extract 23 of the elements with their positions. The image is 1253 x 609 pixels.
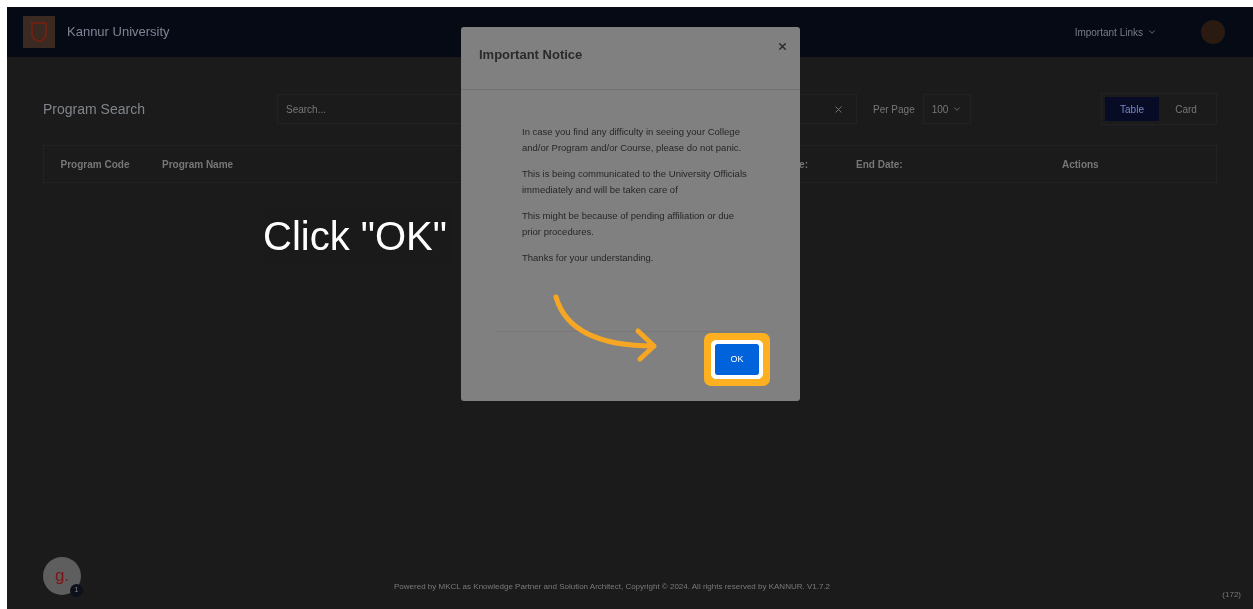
view-tab[interactable]: Card	[1159, 97, 1213, 121]
dialog-title: Important Notice	[479, 46, 583, 65]
column-header: Actions	[1061, 157, 1100, 172]
column-header: Program Code	[59, 157, 131, 172]
view-tab[interactable]: Table	[1105, 97, 1159, 121]
corner-label: (172)	[1222, 589, 1241, 601]
column-header: Program Name	[162, 157, 234, 172]
clear-icon[interactable]	[833, 103, 844, 115]
column-header: End Date:	[856, 157, 904, 172]
chevron-down-icon	[952, 104, 963, 114]
footer-text: Powered by MKCL as Knowledge Partner and Solution Architect, Copyright © 2024. All rights reserved by KANNUR. V1.7.2	[394, 581, 831, 593]
site-title: Kannur University	[67, 23, 170, 42]
close-icon[interactable]	[777, 41, 788, 52]
per-page-select[interactable]: 100	[922, 94, 972, 124]
per-page-label: Per Page	[873, 102, 915, 117]
page-title: Program Search	[43, 99, 146, 119]
important-links-menu[interactable]: Important Links	[1074, 24, 1157, 40]
notice-paragraph: This might be because of pending affiliation or due prior procedures.	[522, 209, 736, 239]
university-logo-icon	[23, 16, 55, 48]
notice-paragraph: Thanks for your understanding.	[522, 251, 655, 265]
chevron-down-icon	[1147, 27, 1157, 37]
notice-paragraph: In case you find any difficulty in seeing your College and/or Program and/or Course, please do not panic.	[522, 125, 743, 155]
notice-paragraph: This is being communicated to the University Officials immediately and will be taken care of	[522, 167, 748, 197]
